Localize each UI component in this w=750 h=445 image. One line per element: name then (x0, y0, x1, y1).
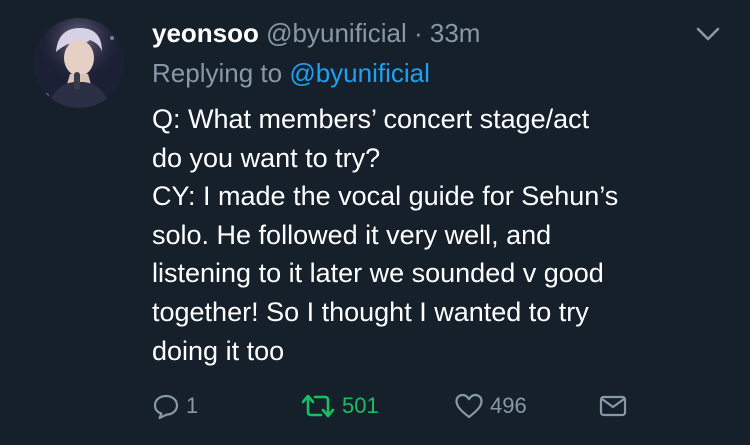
tweet-text-line: listening to it later we sounded v good (152, 258, 604, 289)
direct-message-button[interactable] (598, 388, 628, 424)
heart-icon (455, 393, 483, 419)
tweet-text-line: do you want to try? (152, 142, 381, 173)
tweet-text-line: Q: What members’ concert stage/act (152, 104, 590, 134)
retweet-count: 501 (342, 393, 379, 418)
replying-to: Replying to @byunificial (152, 54, 430, 92)
chevron-down-icon (696, 27, 720, 41)
like-button[interactable]: 496 (454, 388, 527, 424)
tweet-actions: 1 501 496 (152, 388, 712, 424)
tweet-text-line: CY: I made the vocal guide for Sehun’s (152, 181, 619, 212)
tweet-text-line: doing it too (152, 335, 285, 366)
tweet: yeonsoo @byunificial · 33m Replying to @… (0, 0, 750, 445)
mail-icon (599, 395, 627, 417)
tweet-text-line: solo. He followed it very well, and (152, 219, 552, 250)
reply-button[interactable]: 1 (152, 388, 198, 424)
display-name[interactable]: yeonsoo (152, 18, 259, 48)
like-count: 496 (490, 393, 527, 418)
tweet-text: Q: What members’ concert stage/act do yo… (152, 100, 722, 370)
tweet-text-line: together! So I thought I wanted to try (152, 296, 589, 327)
retweet-icon (301, 394, 335, 418)
user-handle[interactable]: @byunificial (266, 18, 407, 48)
replying-to-label: Replying to (152, 58, 283, 88)
reply-count: 1 (186, 393, 199, 418)
replying-to-mention[interactable]: @byunificial (289, 58, 430, 88)
tweet-header: yeonsoo @byunificial · 33m (152, 14, 480, 52)
tweet-timestamp[interactable]: 33m (430, 18, 481, 48)
more-options-button[interactable] (694, 22, 722, 46)
header-separator: · (413, 18, 423, 48)
avatar[interactable] (34, 18, 124, 108)
reply-icon (153, 394, 179, 420)
retweet-button[interactable]: 501 (300, 388, 379, 424)
